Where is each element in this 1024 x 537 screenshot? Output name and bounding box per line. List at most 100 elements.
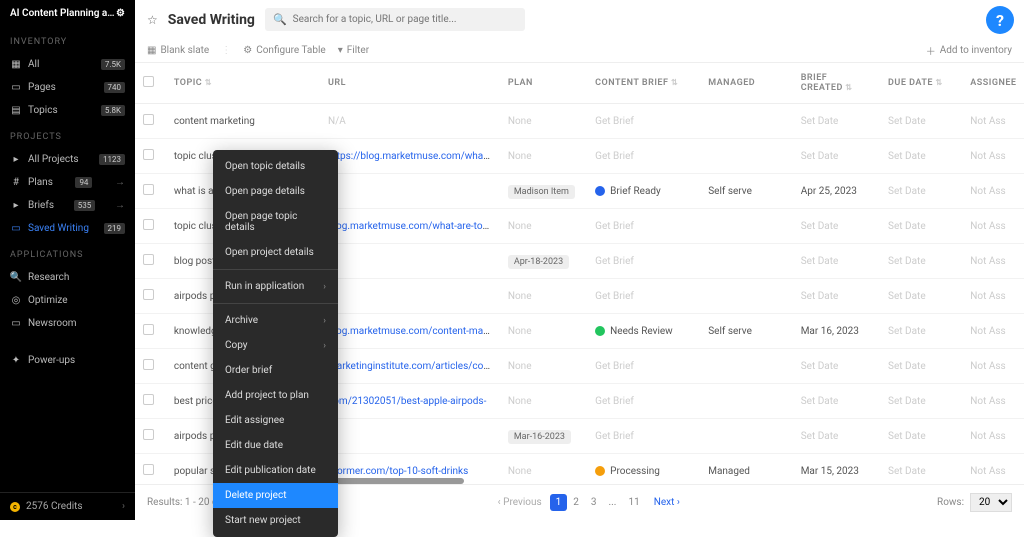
menu-run-in-application[interactable]: Run in application›	[213, 274, 338, 299]
row-checkbox[interactable]	[143, 114, 154, 125]
menu-open-topic-details[interactable]: Open topic details	[213, 154, 338, 179]
row-checkbox[interactable]	[143, 254, 154, 265]
menu-edit-publication-date[interactable]: Edit publication date	[213, 458, 338, 483]
sidebar-item-plans[interactable]: #Plans94→	[0, 171, 135, 194]
assignee-cell[interactable]: Not Ass	[962, 454, 1024, 479]
row-checkbox[interactable]	[143, 464, 154, 475]
col-url[interactable]: URL	[320, 63, 500, 104]
due-cell[interactable]: Set Date	[880, 139, 962, 174]
assignee-cell[interactable]: Not Ass	[962, 314, 1024, 349]
brief-cell[interactable]: Get Brief	[587, 384, 700, 419]
col-assignee[interactable]: ASSIGNEE	[962, 63, 1024, 104]
due-cell[interactable]: Set Date	[880, 104, 962, 139]
due-cell[interactable]: Set Date	[880, 174, 962, 209]
due-cell[interactable]: Set Date	[880, 384, 962, 419]
brief-cell[interactable]: Brief Ready	[587, 174, 700, 209]
row-checkbox[interactable]	[143, 184, 154, 195]
url-cell[interactable]: nformer.com/top-10-soft-drinks	[320, 454, 500, 479]
col-topic[interactable]: TOPIC	[166, 63, 320, 104]
gear-icon[interactable]: ⚙	[116, 8, 125, 19]
url-cell[interactable]: marketinginstitute.com/articles/content-…	[320, 349, 500, 384]
col-plan[interactable]: PLAN	[500, 63, 587, 104]
star-icon[interactable]: ☆	[147, 13, 158, 27]
sidebar-item-research[interactable]: 🔍Research	[0, 266, 135, 289]
brief-cell[interactable]: Get Brief	[587, 419, 700, 454]
assignee-cell[interactable]: Not Ass	[962, 244, 1024, 279]
row-checkbox[interactable]	[143, 359, 154, 370]
sidebar-item-all[interactable]: ▦All7.5K	[0, 53, 135, 76]
assignee-cell[interactable]: Not Ass	[962, 349, 1024, 384]
filter-tool[interactable]: ▾Filter	[338, 45, 369, 56]
due-cell[interactable]: Set Date	[880, 279, 962, 314]
menu-archive[interactable]: Archive›	[213, 308, 338, 333]
search-box[interactable]: 🔍	[265, 8, 525, 31]
row-checkbox[interactable]	[143, 219, 154, 230]
page-11[interactable]: 11	[622, 494, 645, 511]
add-inventory-tool[interactable]: ＋Add to inventory	[926, 43, 1012, 58]
prev-page[interactable]: ‹ Previous	[498, 497, 542, 508]
assignee-cell[interactable]: Not Ass	[962, 139, 1024, 174]
brief-cell[interactable]: Get Brief	[587, 104, 700, 139]
menu-open-page-topic-details[interactable]: Open page topic details	[213, 204, 338, 240]
assignee-cell[interactable]: Not Ass	[962, 279, 1024, 314]
brief-cell[interactable]: Get Brief	[587, 139, 700, 174]
workspace-header[interactable]: AI Content Planning and ... ⚙	[0, 0, 135, 27]
assignee-cell[interactable]: Not Ass	[962, 209, 1024, 244]
menu-copy[interactable]: Copy›	[213, 333, 338, 358]
due-cell[interactable]: Set Date	[880, 244, 962, 279]
row-checkbox[interactable]	[143, 289, 154, 300]
col-due[interactable]: DUE DATE	[880, 63, 962, 104]
page-2[interactable]: 2	[567, 494, 585, 511]
row-checkbox[interactable]	[143, 394, 154, 405]
due-cell[interactable]: Set Date	[880, 349, 962, 384]
row-checkbox[interactable]	[143, 324, 154, 335]
brief-cell[interactable]: Processing	[587, 454, 700, 479]
menu-edit-assignee[interactable]: Edit assignee	[213, 408, 338, 433]
url-cell[interactable]: blog.marketmuse.com/content-maturity-mod…	[320, 314, 500, 349]
col-managed[interactable]: MANAGED	[700, 63, 792, 104]
select-all-checkbox[interactable]	[143, 76, 154, 87]
help-button[interactable]: ?	[986, 6, 1014, 34]
next-page[interactable]: Next ›	[654, 497, 680, 508]
due-cell[interactable]: Set Date	[880, 209, 962, 244]
brief-cell[interactable]: Get Brief	[587, 279, 700, 314]
sidebar-item-optimize[interactable]: ◎Optimize	[0, 289, 135, 312]
assignee-cell[interactable]: Not Ass	[962, 174, 1024, 209]
brief-cell[interactable]: Get Brief	[587, 244, 700, 279]
assignee-cell[interactable]: Not Ass	[962, 384, 1024, 419]
sidebar-item-all-projects[interactable]: ▸All Projects1123	[0, 148, 135, 171]
menu-open-project-details[interactable]: Open project details	[213, 240, 338, 265]
sidebar-item-briefs[interactable]: ▸Briefs535→	[0, 194, 135, 217]
menu-add-project-to-plan[interactable]: Add project to plan	[213, 383, 338, 408]
url-cell[interactable]: blog.marketmuse.com/what-are-topic-	[320, 209, 500, 244]
assignee-cell[interactable]: Not Ass	[962, 419, 1024, 454]
url-cell[interactable]: https://blog.marketmuse.com/what-are-top…	[320, 139, 500, 174]
due-cell[interactable]: Set Date	[880, 419, 962, 454]
col-brief[interactable]: CONTENT BRIEF	[587, 63, 700, 104]
table-row[interactable]: content marketing N/A None Get Brief Set…	[135, 104, 1024, 139]
sidebar-item-topics[interactable]: ▤Topics5.8K	[0, 99, 135, 122]
menu-order-brief[interactable]: Order brief	[213, 358, 338, 383]
assignee-cell[interactable]: Not Ass	[962, 104, 1024, 139]
page-1[interactable]: 1	[550, 494, 568, 511]
brief-cell[interactable]: Get Brief	[587, 209, 700, 244]
sidebar-item-saved-writing[interactable]: ▭Saved Writing219	[0, 217, 135, 240]
col-created[interactable]: BRIEF CREATED	[793, 63, 880, 104]
brief-cell[interactable]: Get Brief	[587, 349, 700, 384]
due-cell[interactable]: Set Date	[880, 314, 962, 349]
configure-table-tool[interactable]: ⚙Configure Table	[243, 45, 325, 56]
due-cell[interactable]: Set Date	[880, 454, 962, 479]
menu-open-page-details[interactable]: Open page details	[213, 179, 338, 204]
sidebar-item-newsroom[interactable]: ▭Newsroom	[0, 312, 135, 335]
rows-select[interactable]: 20	[970, 493, 1012, 512]
brief-cell[interactable]: Needs Review	[587, 314, 700, 349]
menu-start-new-project[interactable]: Start new project	[213, 508, 338, 533]
row-checkbox[interactable]	[143, 429, 154, 440]
sidebar-item-pages[interactable]: ▭Pages740	[0, 76, 135, 99]
credits-footer[interactable]: c 2576 Credits ›	[0, 492, 135, 520]
page-3[interactable]: 3	[585, 494, 603, 511]
sidebar-item-power-ups[interactable]: ✦Power-ups	[0, 349, 135, 372]
blank-slate-tool[interactable]: ▦Blank slate	[147, 45, 209, 56]
menu-delete-project[interactable]: Delete project	[213, 483, 338, 508]
url-cell[interactable]: com/21302051/best-apple-airpods-	[320, 384, 500, 419]
